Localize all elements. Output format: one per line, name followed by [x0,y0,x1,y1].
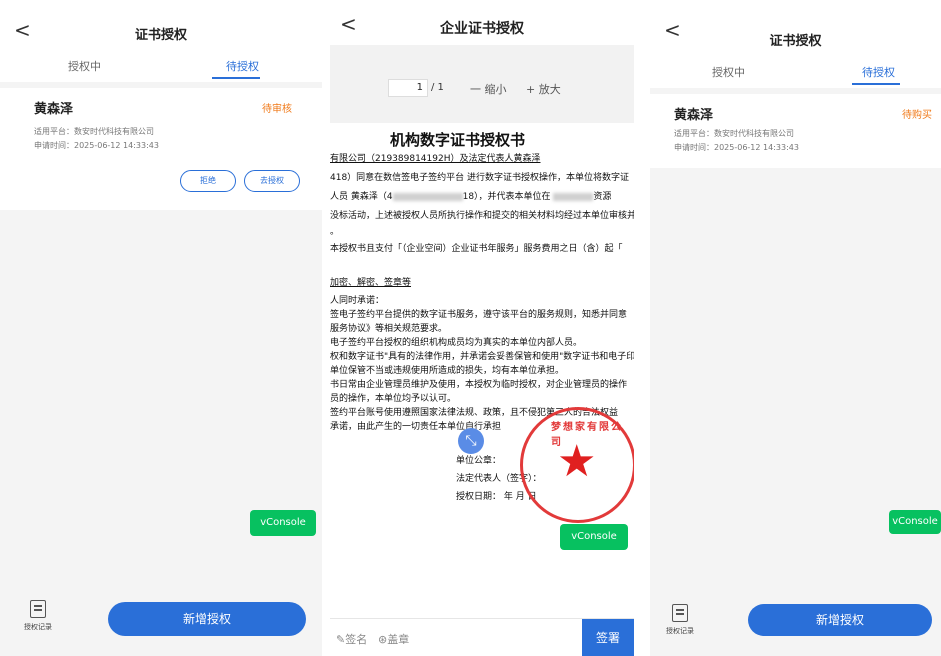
bottom-bar: 授权记录 新增授权 [0,584,322,656]
add-authorization-button[interactable]: 新增授权 [108,602,306,636]
date-field-label: 授权日期： 年 月 日 [456,492,537,502]
resize-handle-icon[interactable]: ⤡ [458,428,484,454]
doc-line: 418）同意在数信签电子签约平台 进行数字证书授权操作，本单位将数字证 [330,173,630,183]
add-authorization-button[interactable]: 新增授权 [748,604,932,636]
seal-field-label: 单位公章： [456,456,502,466]
reject-button[interactable]: 拒绝 [180,170,236,192]
doc-line-part: 资源 [593,192,612,202]
doc-line: 电子签约平台授权的组织机构成员均为真实的本单位内部人员。 [330,338,583,348]
page-number-input[interactable]: 1 [388,79,428,97]
authorization-card[interactable]: 黄森泽 待审核 适用平台：数安时代科技有限公司 申请时间：2025-06-12 … [0,88,322,210]
doc-line: 有限公司（219389814192H）及法定代表人黄森泽 [330,154,541,164]
doc-line: 签电子签约平台提供的数字证书服务，遵守该平台的服务规则，知悉并同意 [330,310,628,320]
vconsole-button[interactable]: vConsole [250,510,316,536]
zoom-in-button[interactable]: + 放大 [526,81,561,97]
sign-button[interactable]: 签署 [582,619,634,656]
records-label[interactable]: 授权记录 [24,622,52,632]
screen-pending-purchase: < 证书授权 授权中 待授权 黄森泽 待购买 适用平台：数安时代科技有限公司 申… [650,0,941,656]
authorize-button[interactable]: 去授权 [244,170,300,192]
signature-label: 签名 [345,633,368,646]
page-title: 证书授权 [134,28,187,43]
doc-line: 单位保管不当或违规使用所造成的损失，均有本单位承担。 [330,366,565,376]
header: < 证书授权 [0,0,322,58]
pdf-toolbar: 1 / 1 一 缩小 + 放大 [330,45,634,123]
company-seal[interactable]: ★ 梦想家有限公司 [520,407,634,523]
seal-text: 梦想家有限公司 [551,422,623,448]
pen-icon: ✎ [336,633,346,646]
records-icon[interactable] [672,604,688,622]
tab-bar: 授权中 待授权 [0,52,322,82]
bottom-bar: 授权记录 新增授权 [650,592,941,656]
doc-line: 人员 黄森泽（4 18），并代表本单位在 资源 [330,189,611,202]
signature-option[interactable]: ✎签名 [336,631,367,647]
doc-line: 没标活动，上述被授权人员所执行操作和提交的相关材料均经过本单位审核并 [330,211,634,221]
screen-document: < 企业证书授权 1 / 1 一 缩小 + 放大 机构数字证书授权书 有限公司（… [330,0,634,656]
redacted-block [553,192,594,201]
card-platform: 适用平台：数安时代科技有限公司 [34,127,154,136]
page-title: 证书授权 [769,34,822,49]
tab-active-indicator [212,77,260,79]
doc-line: 人同时承诺： [330,296,385,306]
tab-active-indicator [852,83,900,85]
doc-line: 加密、解密、签章等 [330,278,412,288]
records-icon[interactable] [30,600,46,618]
doc-line: 本授权书且支付「（企业空间）企业证书年服务」服务费用之日（含）起「 [330,244,623,254]
status-badge: 待购买 [902,110,932,121]
card-apply-time: 申请时间：2025-06-12 14:33:43 [34,141,159,150]
tab-authorizing[interactable]: 授权中 [68,58,101,74]
zoom-out-button[interactable]: 一 缩小 [470,81,507,97]
card-platform: 适用平台：数安时代科技有限公司 [674,129,794,138]
doc-line-part: 18），并代表本单位在 [462,192,551,202]
vconsole-button[interactable]: vConsole [889,510,941,534]
doc-line: 服务协议》等相关规范要求。 [330,324,448,334]
doc-line-part: 人员 黄森泽（4 [330,192,393,202]
stamp-option[interactable]: ⊛盖章 [378,631,409,647]
card-apply-time: 申请时间：2025-06-12 14:33:43 [674,143,799,152]
screen-pending-review: < 证书授权 授权中 待授权 黄森泽 待审核 适用平台：数安时代科技有限公司 申… [0,0,322,656]
authorization-card[interactable]: 黄森泽 待购买 适用平台：数安时代科技有限公司 申请时间：2025-06-12 … [650,94,941,168]
redacted-block [392,192,463,201]
records-label[interactable]: 授权记录 [666,626,694,636]
doc-line: 员的操作，本单位均予以认可。 [330,394,457,404]
vconsole-button[interactable]: vConsole [560,524,628,550]
status-badge: 待审核 [262,104,292,115]
page-total: / 1 [431,82,444,93]
stamp-label: 盖章 [387,633,410,646]
stamp-icon: ⊛ [378,633,388,646]
tab-pending[interactable]: 待授权 [862,64,895,80]
card-name: 黄森泽 [674,108,714,123]
tab-authorizing[interactable]: 授权中 [712,64,745,80]
card-name: 黄森泽 [34,102,74,117]
doc-line: 权和数字证书"具有的法律作用，并承诺会妥善保管和使用"数字证书和电子印 [330,352,634,362]
tab-pending[interactable]: 待授权 [226,58,259,74]
doc-line: 。 [330,227,340,237]
header: < 证书授权 [650,0,941,58]
document-title: 机构数字证书授权书 [390,131,526,149]
doc-line: 书日常由企业管理员维护及使用，本授权为临时授权，对企业管理员的操作 [330,380,628,390]
tab-bar: 授权中 待授权 [650,58,941,88]
page-title: 企业证书授权 [440,21,524,37]
sign-bar: ✎签名 ⊛盖章 签署 [330,618,634,656]
header: < 企业证书授权 [330,0,634,45]
